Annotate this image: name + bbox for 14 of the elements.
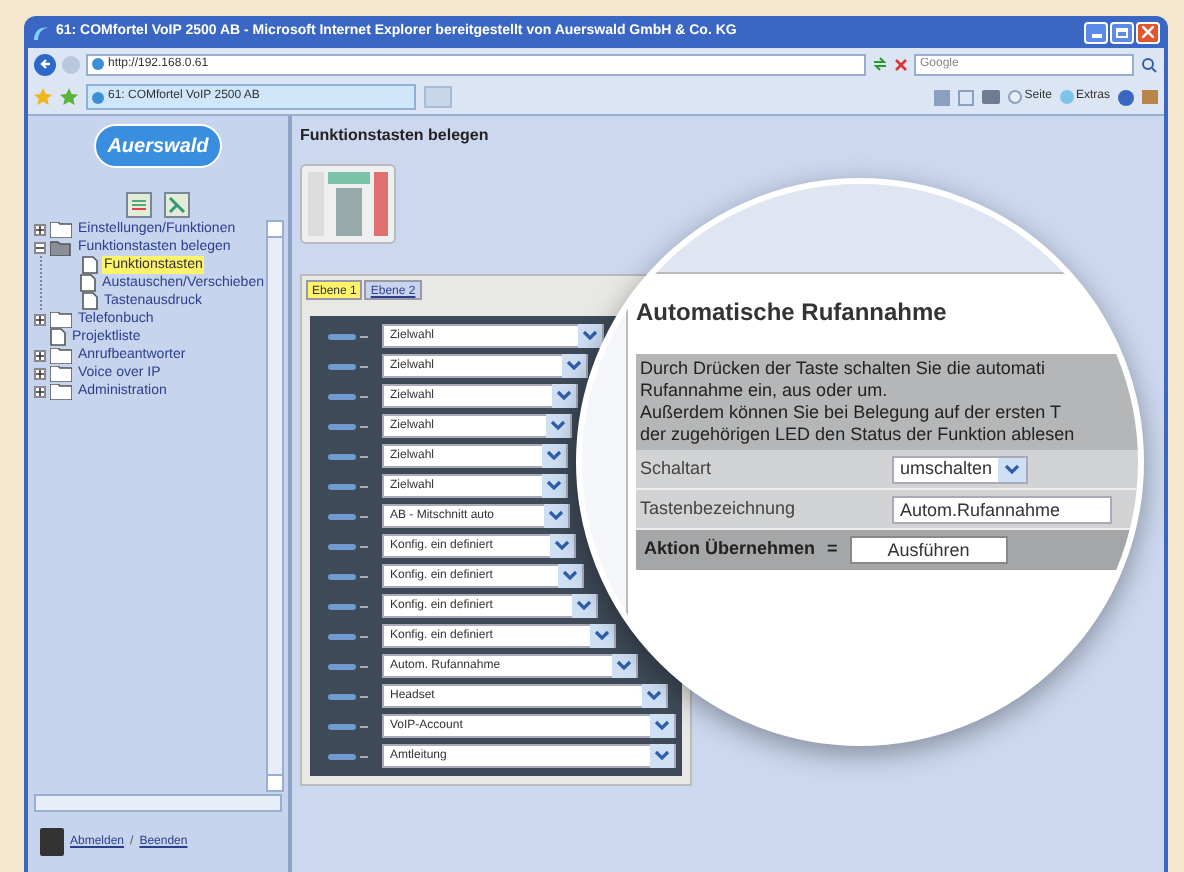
page-title: Funktionstasten belegen bbox=[300, 124, 491, 148]
action-label: Aktion Übernehmen bbox=[644, 536, 816, 563]
mode-select[interactable]: umschalten bbox=[892, 455, 1029, 483]
field-label: Schaltart bbox=[638, 455, 714, 482]
panel-title: Automatische Rufannahme bbox=[636, 296, 949, 330]
execute-button[interactable]: Ausführen bbox=[849, 536, 1008, 564]
key-label-field[interactable]: Autom.Rufannahme bbox=[892, 495, 1112, 523]
equals-sign: = bbox=[827, 536, 838, 563]
description-line: der zugehörigen LED den Status der Funktion ablesen bbox=[640, 424, 1077, 446]
description-line: Durch Drücken der Taste schalten Sie die automati bbox=[640, 358, 1047, 380]
auerswald-logo: Auerswald bbox=[93, 124, 223, 168]
field-label: Tastenbezeichnung bbox=[638, 495, 798, 522]
description-line: Rufannahme ein, aus oder um. bbox=[640, 380, 890, 402]
description-line: Außerdem können Sie bei Belegung auf der ersten T bbox=[640, 402, 1063, 424]
